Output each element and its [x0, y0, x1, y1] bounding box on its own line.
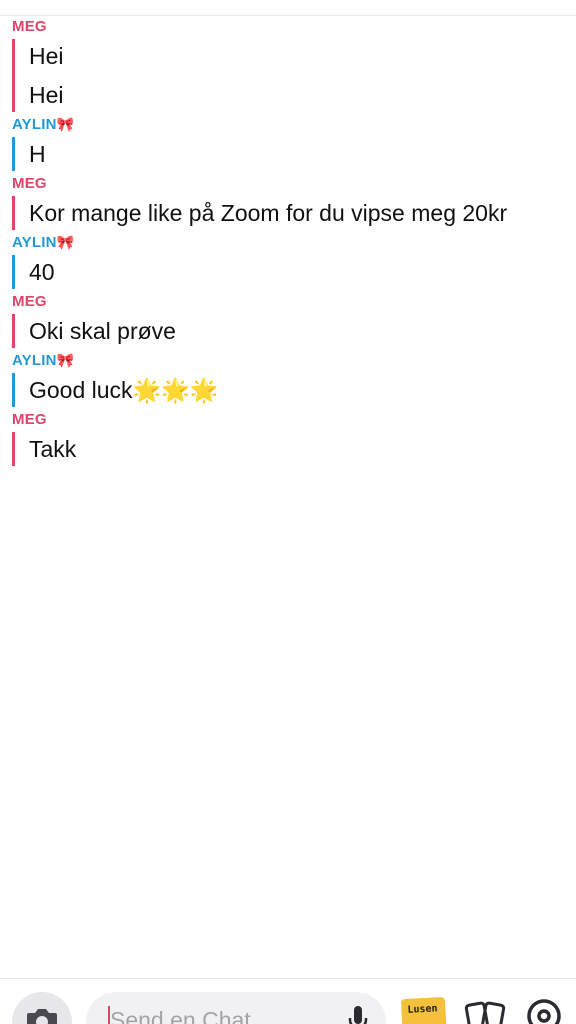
chat-message[interactable]: 40	[29, 255, 572, 289]
sender-label: AYLIN	[12, 234, 57, 251]
message-group: MEG Oki skal prøve	[12, 293, 572, 348]
sender-name[interactable]: MEG	[12, 293, 572, 310]
message-group: AYLIN🎀 Good luck🌟🌟🌟	[12, 352, 572, 407]
sender-name[interactable]: AYLIN🎀	[12, 234, 572, 251]
message-list: Takk	[12, 432, 572, 466]
sender-name[interactable]: MEG	[12, 18, 572, 35]
sender-name[interactable]: AYLIN🎀	[12, 352, 572, 369]
chat-message[interactable]: Hei	[29, 78, 572, 112]
sender-label: AYLIN	[12, 352, 57, 369]
chat-message[interactable]: Kor mange like på Zoom for du vipse meg …	[29, 196, 572, 230]
chat-thread[interactable]: MEG Hei Hei AYLIN🎀 H MEG Kor mange like på Zoo…	[12, 18, 572, 470]
message-list: Good luck🌟🌟🌟	[12, 373, 572, 407]
bottom-divider	[0, 978, 576, 979]
chat-screen: MEG Hei Hei AYLIN🎀 H MEG Kor mange like på Zoo…	[0, 0, 576, 1024]
message-group: MEG Kor mange like på Zoom for du vipse m…	[12, 175, 572, 230]
message-list: Kor mange like på Zoom for du vipse meg …	[12, 196, 572, 230]
cards-icon[interactable]	[464, 998, 508, 1024]
bow-emoji-icon: 🎀	[56, 234, 75, 250]
message-list: Hei Hei	[12, 39, 572, 112]
message-group: MEG Takk	[12, 411, 572, 466]
chat-message[interactable]: H	[29, 137, 572, 171]
chat-message[interactable]: Good luck🌟🌟🌟	[29, 373, 572, 407]
sender-name[interactable]: MEG	[12, 411, 572, 428]
message-group: AYLIN🎀 H	[12, 116, 572, 171]
sticker-button[interactable]: Lusen	[400, 996, 448, 1024]
chat-message[interactable]: Oki skal prøve	[29, 314, 572, 348]
sender-label: MEG	[12, 293, 47, 310]
sender-label: MEG	[12, 411, 47, 428]
sticker-icon: Lusen	[407, 1003, 438, 1016]
camera-icon	[27, 1009, 57, 1024]
bow-emoji-icon: 🎀	[56, 352, 75, 368]
chat-input-placeholder: Send en Chat	[110, 1007, 251, 1024]
message-list: Oki skal prøve	[12, 314, 572, 348]
camera-button[interactable]	[12, 992, 72, 1024]
sender-label: MEG	[12, 18, 47, 35]
chat-input[interactable]: Send en Chat	[86, 992, 386, 1024]
sender-name[interactable]: AYLIN🎀	[12, 116, 572, 133]
sender-name[interactable]: MEG	[12, 175, 572, 192]
chat-message[interactable]: Hei	[29, 39, 572, 73]
microphone-icon[interactable]	[348, 1004, 368, 1024]
message-group: MEG Hei Hei	[12, 18, 572, 112]
chat-message[interactable]: Takk	[29, 432, 572, 466]
location-pin-icon[interactable]	[524, 998, 564, 1024]
top-divider	[0, 15, 576, 16]
sender-label: MEG	[12, 175, 47, 192]
message-group: AYLIN🎀 40	[12, 234, 572, 289]
bow-emoji-icon: 🎀	[56, 116, 75, 132]
message-list: 40	[12, 255, 572, 289]
message-list: H	[12, 137, 572, 171]
sender-label: AYLIN	[12, 116, 57, 133]
